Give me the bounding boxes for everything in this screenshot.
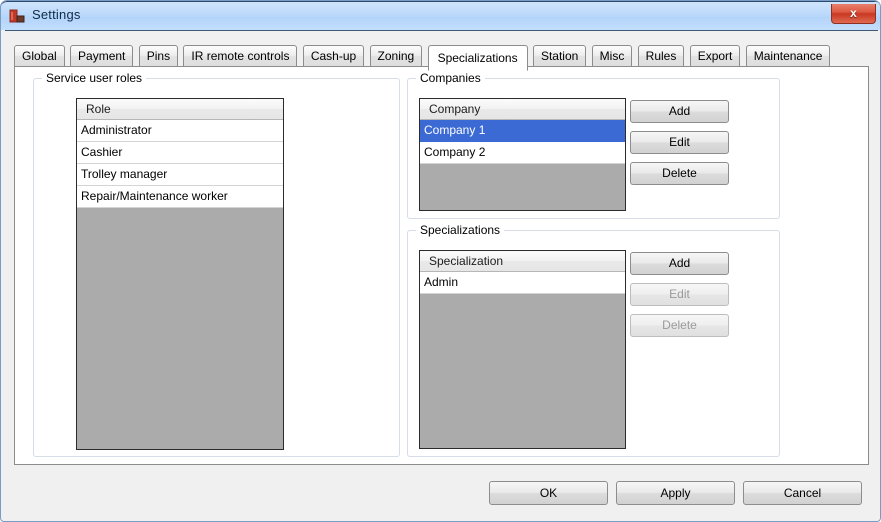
companies-edit-button[interactable]: Edit — [630, 131, 729, 154]
settings-window: Settings x Global Payment Pins IR remote… — [0, 0, 881, 522]
roles-row-cashier[interactable]: Cashier — [77, 142, 283, 164]
roles-row-administrator[interactable]: Administrator — [77, 120, 283, 142]
dialog-button-bar: OK Apply Cancel — [5, 467, 878, 519]
specializations-delete-button: Delete — [630, 314, 729, 337]
roles-row-trolley-manager[interactable]: Trolley manager — [77, 164, 283, 186]
group-companies: Companies Company Company 1 Company 2 Ad… — [407, 72, 780, 219]
specializations-edit-button: Edit — [630, 283, 729, 306]
specializations-column-header: Specialization — [420, 251, 625, 272]
companies-listview[interactable]: Company Company 1 Company 2 — [419, 98, 626, 211]
roles-column-header: Role — [77, 99, 283, 120]
group-service-user-roles-label: Service user roles — [42, 72, 147, 84]
apply-button[interactable]: Apply — [616, 481, 735, 505]
companies-delete-button[interactable]: Delete — [630, 162, 729, 185]
tab-misc[interactable]: Misc — [591, 45, 633, 67]
group-specializations-label: Specializations — [416, 224, 505, 236]
specializations-add-button[interactable]: Add — [630, 252, 729, 275]
roles-row-repair-maintenance-worker[interactable]: Repair/Maintenance worker — [77, 186, 283, 208]
tab-specializations[interactable]: Specializations — [427, 45, 528, 71]
tab-global[interactable]: Global — [14, 45, 65, 67]
tab-strip: Global Payment Pins IR remote controls C… — [14, 45, 832, 71]
tab-payment[interactable]: Payment — [70, 45, 134, 67]
tab-pins[interactable]: Pins — [138, 45, 179, 67]
ok-button[interactable]: OK — [489, 481, 608, 505]
companies-column-header: Company — [420, 99, 625, 120]
tab-station[interactable]: Station — [532, 45, 587, 67]
companies-row-company-1[interactable]: Company 1 — [420, 120, 625, 142]
close-icon[interactable]: x — [831, 4, 876, 24]
specializations-row-admin[interactable]: Admin — [420, 272, 625, 294]
roles-listview[interactable]: Role Administrator Cashier Trolley manag… — [76, 98, 284, 450]
tab-export[interactable]: Export — [689, 45, 741, 67]
group-specializations: Specializations Specialization Admin Add… — [407, 224, 780, 457]
tab-zoning[interactable]: Zoning — [369, 45, 423, 67]
specializations-listview[interactable]: Specialization Admin — [419, 250, 626, 449]
cancel-button[interactable]: Cancel — [743, 481, 862, 505]
tab-cash-up[interactable]: Cash-up — [302, 45, 365, 67]
title-bar[interactable]: Settings x — [1, 1, 880, 30]
companies-row-company-2[interactable]: Company 2 — [420, 142, 625, 164]
tab-maintenance[interactable]: Maintenance — [745, 45, 831, 67]
tab-ir-remote-controls[interactable]: IR remote controls — [183, 45, 298, 67]
tab-panel-specializations: Service user roles Role Administrator Ca… — [14, 66, 869, 465]
group-service-user-roles: Service user roles Role Administrator Ca… — [33, 72, 400, 457]
companies-add-button[interactable]: Add — [630, 100, 729, 123]
window-title: Settings — [32, 7, 81, 22]
group-companies-label: Companies — [416, 72, 485, 84]
app-icon — [9, 8, 26, 25]
tab-rules[interactable]: Rules — [637, 45, 685, 67]
